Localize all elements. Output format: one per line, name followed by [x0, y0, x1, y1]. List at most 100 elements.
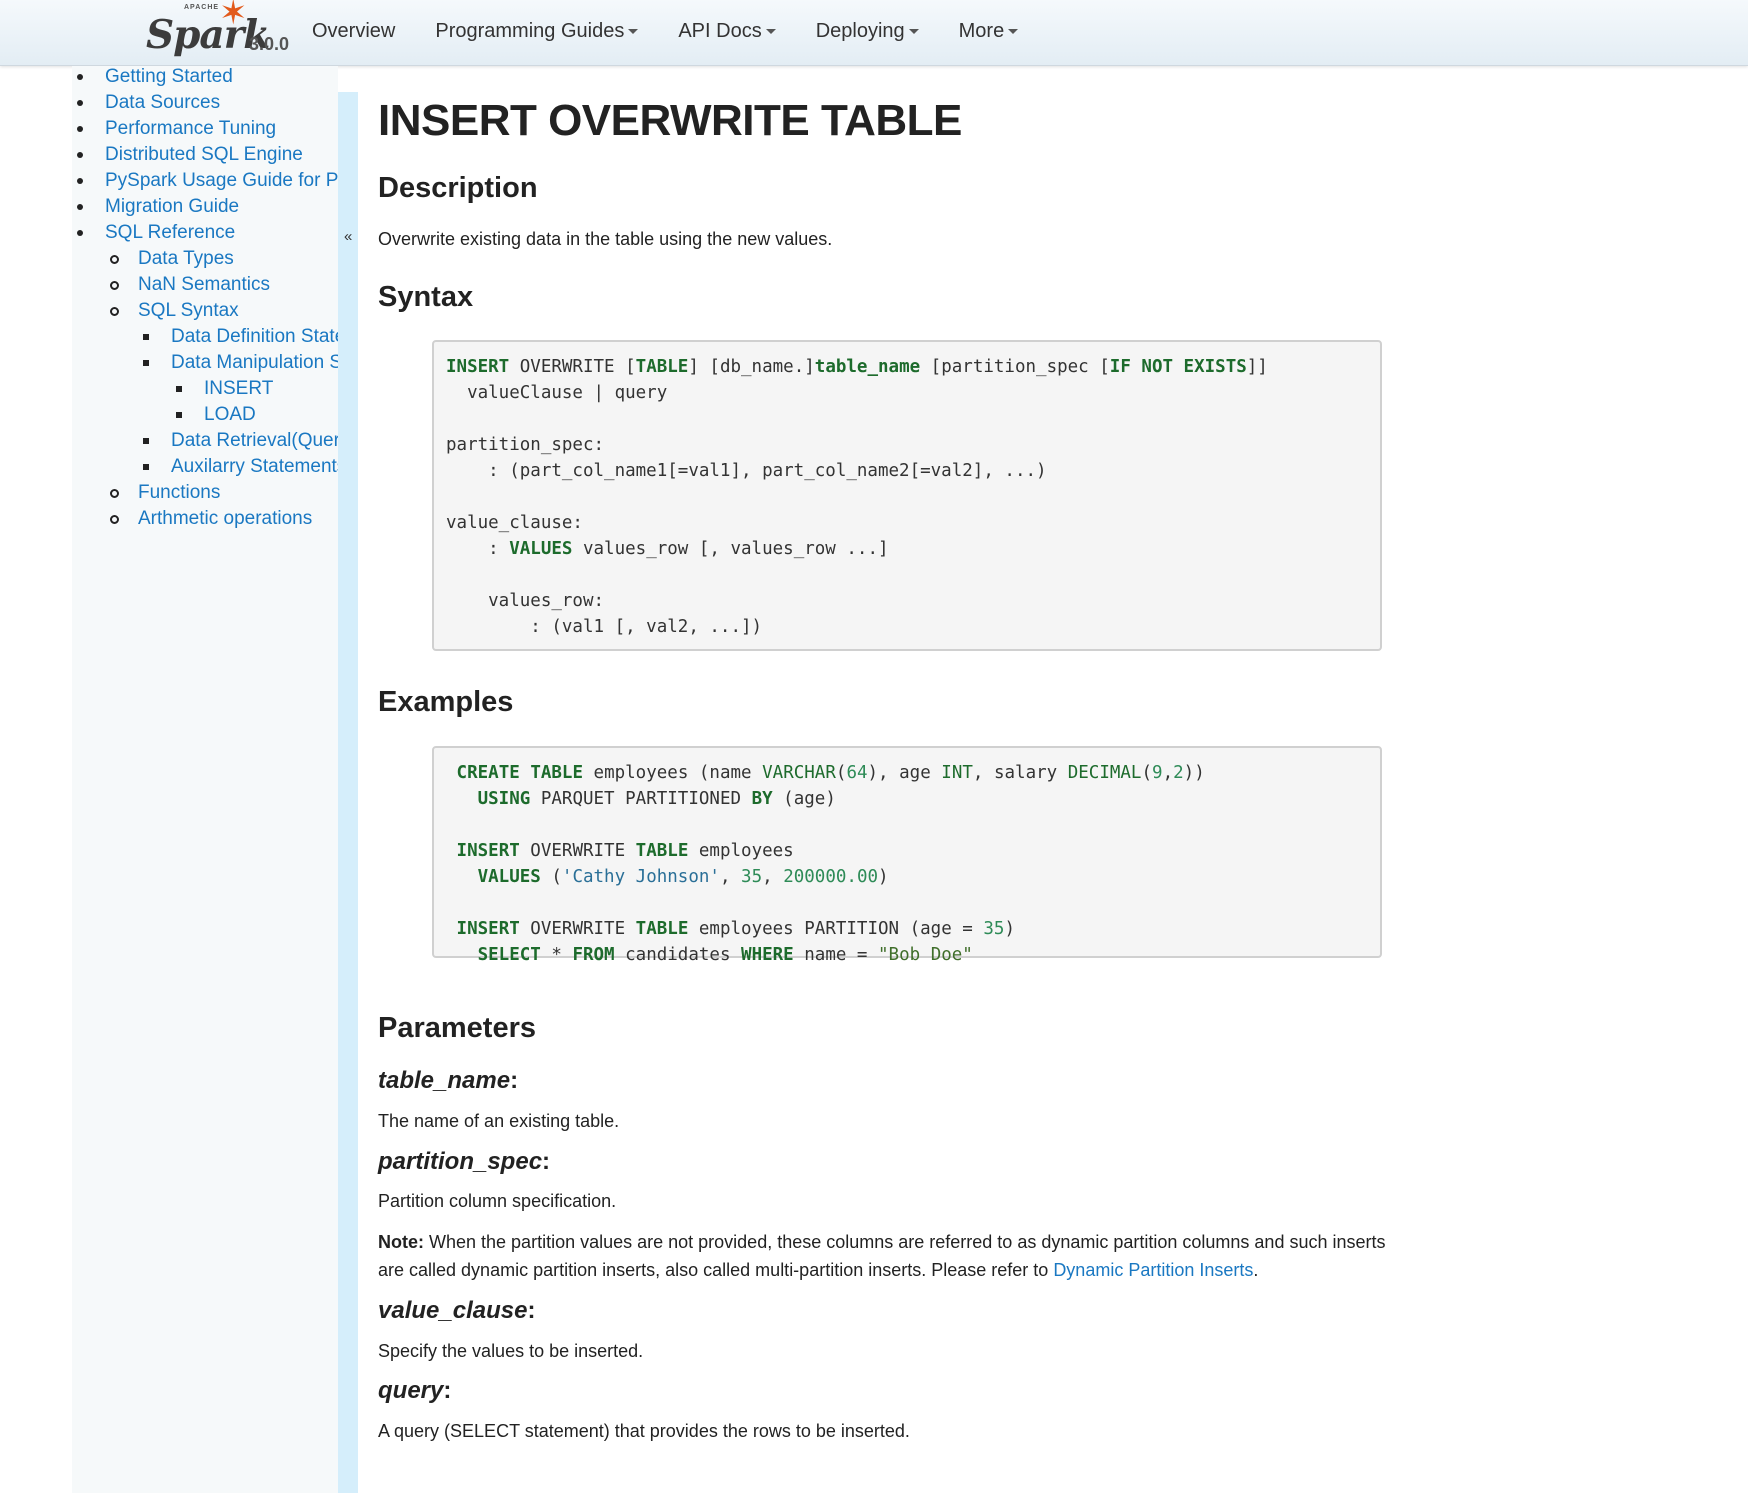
- sidebar-link[interactable]: NaN Semantics: [138, 274, 270, 295]
- bullet-square: [143, 464, 149, 470]
- sidebar-item-pyspark-guide[interactable]: PySpark Usage Guide for Pa: [72, 170, 338, 196]
- sidebar-item-data-retrieval[interactable]: Data Retrieval(Queri: [72, 430, 338, 456]
- bullet-disc: [77, 152, 83, 158]
- param-partition-spec: partition_spec: [378, 1148, 543, 1175]
- examples-code-block: CREATE TABLE employees (name VARCHAR(64)…: [432, 746, 1382, 965]
- sidebar-item-data-sources[interactable]: Data Sources: [72, 92, 338, 118]
- nav-programming-guides[interactable]: Programming Guides: [435, 19, 639, 43]
- caret-down-icon: [908, 28, 919, 34]
- sidebar-item-auxiliary-statements[interactable]: Auxilarry Statements: [72, 456, 338, 482]
- sidebar-link[interactable]: INSERT: [204, 378, 273, 399]
- nav-programming-guides-label: Programming Guides: [435, 19, 625, 42]
- bullet-square: [143, 438, 149, 444]
- syntax-code-block: INSERT OVERWRITE [TABLE] [db_name.]table…: [432, 340, 1382, 651]
- note-end: .: [1253, 1260, 1259, 1280]
- collapse-sidebar-icon[interactable]: «: [344, 228, 352, 245]
- sidebar-collapse-strip[interactable]: [338, 92, 358, 1493]
- param-value-clause: value_clause: [378, 1297, 528, 1324]
- bullet-disc: [77, 126, 83, 132]
- param-desc: Specify the values to be inserted.: [378, 1341, 644, 1361]
- bullet-disc: [77, 204, 83, 210]
- sidebar-item-data-types[interactable]: Data Types: [72, 248, 338, 274]
- sidebar-link[interactable]: Migration Guide: [105, 196, 239, 217]
- param-query: query: [378, 1377, 444, 1404]
- nav-overview[interactable]: Overview: [312, 20, 395, 43]
- bullet-square: [176, 386, 182, 392]
- caret-down-icon: [765, 28, 776, 34]
- nav-deploying-label: Deploying: [815, 19, 905, 42]
- sidebar-link[interactable]: Data Types: [138, 248, 234, 269]
- description-heading: Description: [378, 172, 538, 204]
- note-paragraph: Note: When the partition values are not …: [378, 1228, 1448, 1284]
- bullet-circle: [110, 255, 119, 264]
- spark-logo[interactable]: APACHE Spark ✶ 3.0.0: [146, 0, 296, 62]
- bullet-square: [143, 334, 149, 340]
- param-desc: A query (SELECT statement) that provides…: [378, 1421, 910, 1441]
- sidebar-item-sql-reference[interactable]: SQL Reference: [72, 222, 338, 248]
- nav-deploying[interactable]: Deploying: [816, 20, 919, 43]
- sidebar-link[interactable]: LOAD: [204, 404, 256, 425]
- caret-down-icon: [628, 28, 639, 34]
- sidebar-item-insert[interactable]: INSERT: [72, 378, 338, 404]
- nav-more-label: More: [958, 19, 1005, 42]
- sidebar-item-functions[interactable]: Functions: [72, 482, 338, 508]
- sidebar-link[interactable]: SQL Reference: [105, 222, 235, 243]
- nav-overview-label: Overview: [312, 19, 396, 42]
- param-name: value_clause:: [378, 1297, 535, 1325]
- sidebar-item-load[interactable]: LOAD: [72, 404, 338, 430]
- spark-star-icon: ✶: [219, 0, 248, 32]
- param-table-name: table_name: [378, 1067, 511, 1094]
- syntax-code: INSERT OVERWRITE [TABLE] [db_name.]table…: [446, 357, 1268, 637]
- sidebar-item-distributed-sql[interactable]: Distributed SQL Engine: [72, 144, 338, 170]
- param-colon: :: [443, 1377, 452, 1404]
- nav-api-docs-label: API Docs: [678, 19, 762, 42]
- param-name: query:: [378, 1377, 451, 1405]
- sidebar-link[interactable]: Functions: [138, 482, 220, 503]
- param-colon: :: [527, 1297, 536, 1324]
- description-text: Overwrite existing data in the table usi…: [378, 229, 833, 249]
- sidebar-item-data-manipulation[interactable]: Data Manipulation S: [72, 352, 338, 378]
- caret-down-icon: [1008, 28, 1019, 34]
- bullet-disc: [77, 230, 83, 236]
- sidebar-link[interactable]: Getting Started: [105, 66, 233, 87]
- bullet-circle: [110, 281, 119, 290]
- sidebar-link[interactable]: PySpark Usage Guide for Pa: [105, 170, 338, 191]
- note-label: Note:: [378, 1232, 424, 1252]
- nav-api-docs[interactable]: API Docs: [678, 19, 776, 43]
- sidebar-item-getting-started[interactable]: Getting Started: [72, 66, 338, 92]
- sidebar-link[interactable]: Data Sources: [105, 92, 220, 113]
- sidebar-link[interactable]: SQL Syntax: [138, 300, 239, 321]
- version-label: 3.0.0: [249, 34, 290, 54]
- examples-code: CREATE TABLE employees (name VARCHAR(64)…: [456, 763, 1205, 965]
- sidebar-link[interactable]: Data Definition State: [171, 326, 338, 347]
- bullet-disc: [77, 100, 83, 106]
- note-text-2: are called dynamic partition inserts, al…: [378, 1260, 1054, 1280]
- sidebar-list: Getting Started Data Sources Performance…: [72, 66, 338, 534]
- sidebar-link[interactable]: Data Manipulation S: [171, 352, 338, 373]
- sidebar-link[interactable]: Data Retrieval(Queri: [171, 430, 338, 451]
- parameters-heading: Parameters: [378, 1012, 536, 1044]
- sidebar-link[interactable]: Arthmetic operations: [138, 508, 312, 529]
- bullet-circle: [110, 515, 119, 524]
- param-desc: The name of an existing table.: [378, 1111, 620, 1131]
- note-text: When the partition values are not provid…: [424, 1232, 1386, 1252]
- param-name: table_name:: [378, 1067, 518, 1095]
- sidebar-item-sql-syntax[interactable]: SQL Syntax: [72, 300, 338, 326]
- bullet-circle: [110, 489, 119, 498]
- sidebar-link[interactable]: Performance Tuning: [105, 118, 276, 139]
- nav-links: Overview Programming Guides API Docs Dep…: [312, 0, 1058, 62]
- sidebar-link[interactable]: Auxilarry Statements: [171, 456, 338, 477]
- sidebar-item-nan-semantics[interactable]: NaN Semantics: [72, 274, 338, 300]
- nav-more[interactable]: More: [959, 20, 1019, 43]
- sidebar-link[interactable]: Distributed SQL Engine: [105, 144, 303, 165]
- sidebar-item-performance-tuning[interactable]: Performance Tuning: [72, 118, 338, 144]
- sidebar-item-data-definition[interactable]: Data Definition State: [72, 326, 338, 352]
- page-title: INSERT OVERWRITE TABLE: [378, 96, 962, 145]
- sidebar-nav: Getting Started Data Sources Performance…: [72, 66, 338, 534]
- dynamic-partition-inserts-link[interactable]: Dynamic Partition Inserts: [1053, 1260, 1253, 1280]
- sidebar-item-migration-guide[interactable]: Migration Guide: [72, 196, 338, 222]
- examples-heading: Examples: [378, 686, 514, 718]
- syntax-heading: Syntax: [378, 281, 474, 313]
- param-desc: Partition column specification.: [378, 1191, 617, 1211]
- sidebar-item-arithmetic-operations[interactable]: Arthmetic operations: [72, 508, 338, 534]
